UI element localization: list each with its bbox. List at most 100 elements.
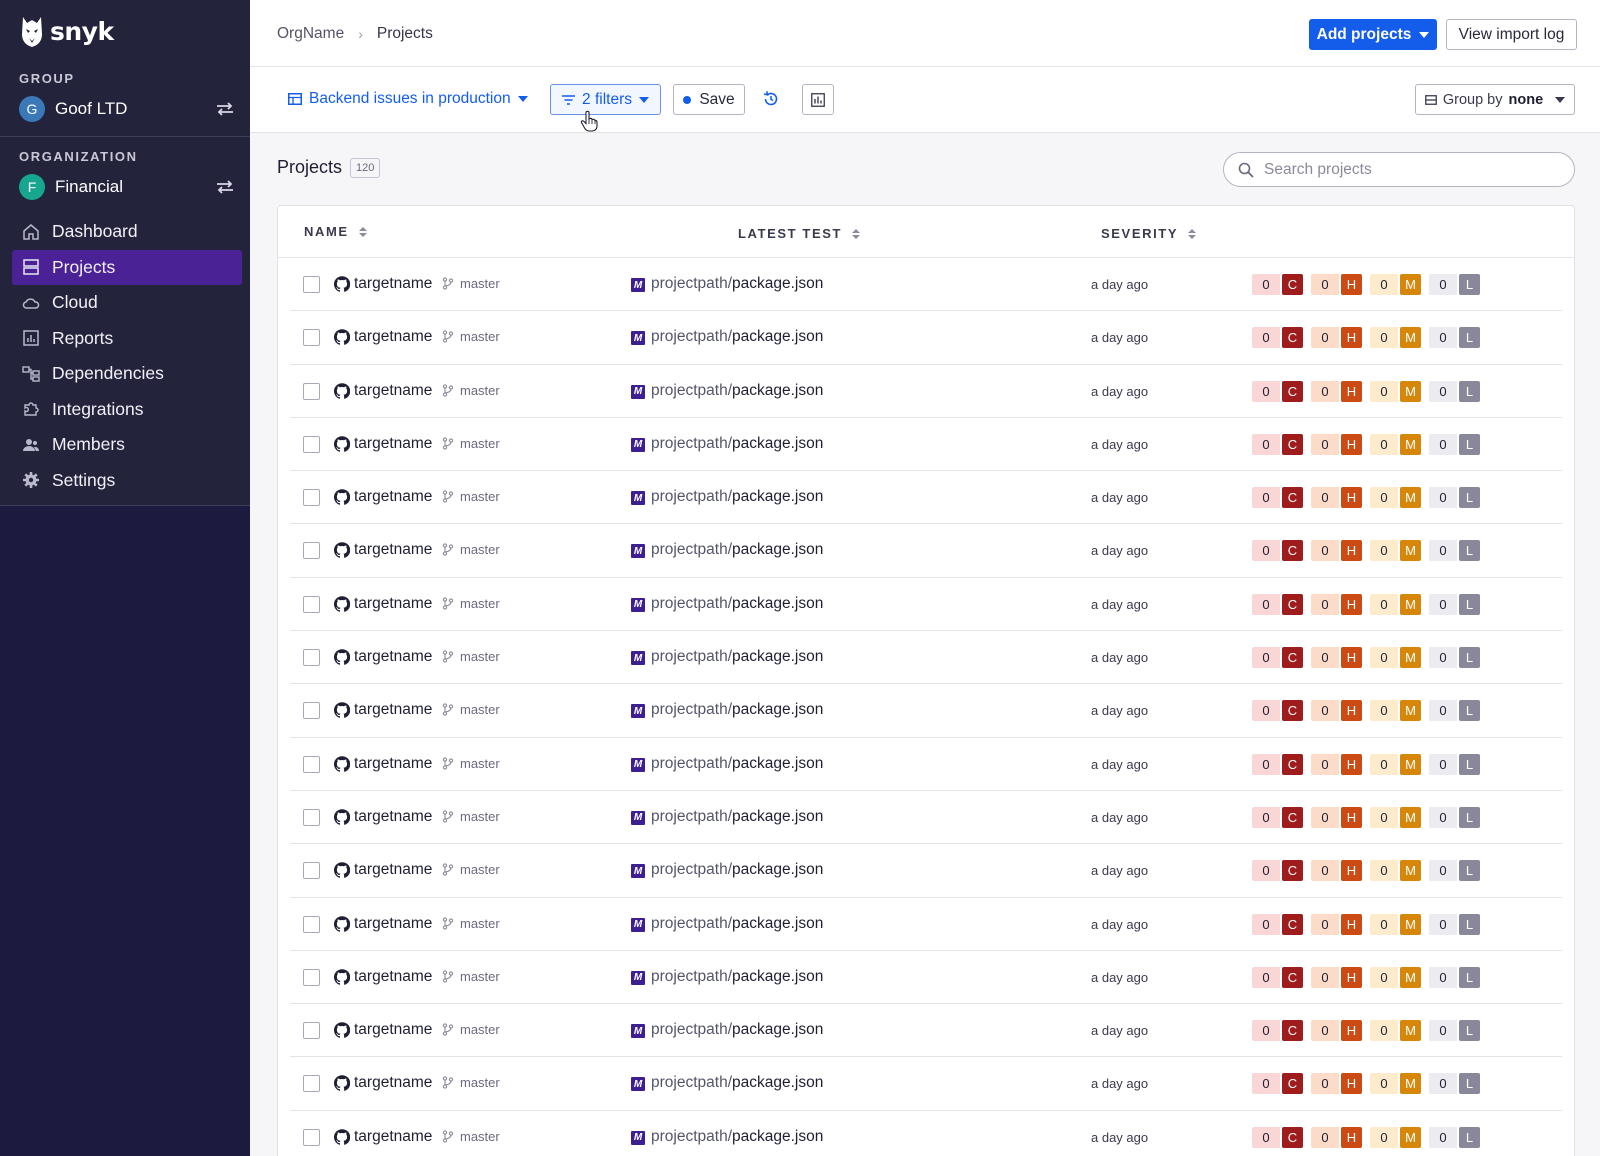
row-checkbox[interactable] [303, 1128, 320, 1146]
sidebar-item-cloud[interactable]: Cloud [12, 285, 242, 321]
row-checkbox[interactable] [303, 435, 320, 453]
target-name[interactable]: targetname [354, 1021, 432, 1039]
table-row[interactable]: targetname master Mprojectpath/package.jso… [290, 951, 1562, 1005]
target-name[interactable]: targetname [354, 382, 432, 400]
project-path-link[interactable]: projectpath/package.json [651, 541, 823, 559]
target-name[interactable]: targetname [354, 595, 432, 613]
target-name[interactable]: targetname [354, 701, 432, 719]
snyk-logo[interactable]: snyk [20, 14, 114, 48]
project-path-link[interactable]: projectpath/package.json [651, 968, 823, 986]
add-projects-button[interactable]: Add projects [1309, 19, 1437, 50]
org-switcher[interactable]: F Financial [19, 173, 235, 201]
project-path-link[interactable]: projectpath/package.json [651, 861, 823, 879]
project-path-link[interactable]: projectpath/package.json [651, 1074, 823, 1092]
group-switcher[interactable]: G Goof LTD [19, 95, 235, 123]
row-checkbox[interactable] [303, 862, 320, 880]
table-row[interactable]: targetname master Mprojectpath/package.jso… [290, 1057, 1562, 1111]
reset-history-icon[interactable] [761, 89, 781, 109]
sidebar-item-integrations[interactable]: Integrations [12, 392, 242, 428]
target-name[interactable]: targetname [354, 915, 432, 933]
table-row[interactable]: targetname master Mprojectpath/package.jso… [290, 1004, 1562, 1058]
saved-view-select[interactable]: Backend issues in production [288, 90, 528, 108]
table-row[interactable]: targetname master Mprojectpath/package.jso… [290, 898, 1562, 951]
target-name[interactable]: targetname [354, 648, 432, 666]
row-checkbox[interactable] [303, 808, 320, 826]
project-path-link[interactable]: projectpath/package.json [651, 648, 823, 666]
row-checkbox[interactable] [303, 1022, 320, 1040]
project-path-link[interactable]: projectpath/package.json [651, 488, 823, 506]
project-path-link[interactable]: projectpath/package.json [651, 595, 823, 613]
table-row[interactable]: targetname master Mprojectpath/package.jso… [290, 258, 1562, 312]
target-name[interactable]: targetname [354, 808, 432, 826]
target-name[interactable]: targetname [354, 435, 432, 453]
target-name[interactable]: targetname [354, 275, 432, 293]
target-name[interactable]: targetname [354, 861, 432, 879]
swap-icon[interactable] [215, 101, 235, 117]
row-checkbox[interactable] [303, 755, 320, 773]
sidebar-item-projects[interactable]: Projects [12, 249, 242, 285]
severity-count: 0 [1311, 327, 1339, 349]
chart-toggle-button[interactable] [802, 84, 834, 115]
table-row[interactable]: targetname master Mprojectpath/package.jso… [290, 791, 1562, 845]
project-path-link[interactable]: projectpath/package.json [651, 755, 823, 773]
project-path-link[interactable]: projectpath/package.json [651, 275, 823, 293]
table-row[interactable]: targetname master Mprojectpath/package.jso… [290, 684, 1562, 738]
target-name[interactable]: targetname [354, 1074, 432, 1092]
column-header-name[interactable]: NAME [304, 224, 367, 239]
target-name[interactable]: targetname [354, 328, 432, 346]
breadcrumb-org[interactable]: OrgName [277, 25, 344, 43]
table-row[interactable]: targetname master Mprojectpath/package.jso… [290, 631, 1562, 685]
table-row[interactable]: targetname master Mprojectpath/package.jso… [290, 1111, 1562, 1156]
row-checkbox[interactable] [303, 1075, 320, 1093]
table-row[interactable]: targetname master Mprojectpath/package.jso… [290, 471, 1562, 525]
severity-m-badge: 0M [1370, 593, 1421, 615]
row-checkbox[interactable] [303, 382, 320, 400]
target-name[interactable]: targetname [354, 1128, 432, 1146]
project-path-link[interactable]: projectpath/package.json [651, 701, 823, 719]
maven-icon: M [631, 1077, 645, 1092]
row-checkbox[interactable] [303, 915, 320, 933]
table-row[interactable]: targetname master Mprojectpath/package.jso… [290, 418, 1562, 472]
row-checkbox[interactable] [303, 649, 320, 667]
sidebar-item-dependencies[interactable]: Dependencies [12, 356, 242, 392]
project-path-link[interactable]: projectpath/package.json [651, 435, 823, 453]
sidebar-item-settings[interactable]: Settings [12, 463, 242, 499]
sidebar-item-dashboard[interactable]: Dashboard [12, 214, 242, 250]
sidebar-item-members[interactable]: Members [12, 427, 242, 463]
target-name[interactable]: targetname [354, 968, 432, 986]
project-path-link[interactable]: projectpath/package.json [651, 328, 823, 346]
severity-l-badge: 0L [1429, 860, 1480, 882]
row-checkbox[interactable] [303, 489, 320, 507]
project-path-link[interactable]: projectpath/package.json [651, 1128, 823, 1146]
row-checkbox[interactable] [303, 329, 320, 347]
project-path-link[interactable]: projectpath/package.json [651, 915, 823, 933]
table-row[interactable]: targetname master Mprojectpath/package.jso… [290, 365, 1562, 418]
project-path-link[interactable]: projectpath/package.json [651, 382, 823, 400]
row-checkbox[interactable] [303, 968, 320, 986]
row-checkbox[interactable] [303, 595, 320, 613]
severity-count: 0 [1252, 593, 1280, 615]
table-row[interactable]: targetname master Mprojectpath/package.jso… [290, 311, 1562, 365]
save-view-button[interactable]: Save [673, 84, 745, 115]
column-header-severity[interactable]: SEVERITY [1101, 226, 1197, 241]
row-checkbox[interactable] [303, 702, 320, 720]
swap-icon[interactable] [215, 179, 235, 195]
project-path-link[interactable]: projectpath/package.json [651, 808, 823, 826]
column-header-latest-test[interactable]: LATEST TEST [738, 226, 861, 241]
table-row[interactable]: targetname master Mprojectpath/package.jso… [290, 844, 1562, 898]
row-checkbox[interactable] [303, 542, 320, 560]
search-box[interactable] [1223, 152, 1575, 187]
filters-button[interactable]: 2 filters [550, 84, 661, 115]
table-row[interactable]: targetname master Mprojectpath/package.jso… [290, 738, 1562, 791]
target-name[interactable]: targetname [354, 488, 432, 506]
view-import-log-button[interactable]: View import log [1446, 19, 1577, 50]
sidebar-item-reports[interactable]: Reports [12, 321, 242, 357]
target-name[interactable]: targetname [354, 541, 432, 559]
row-checkbox[interactable] [303, 276, 320, 293]
target-name[interactable]: targetname [354, 755, 432, 773]
project-path-link[interactable]: projectpath/package.json [651, 1021, 823, 1039]
table-row[interactable]: targetname master Mprojectpath/package.jso… [290, 578, 1562, 632]
search-input[interactable] [1264, 160, 1544, 179]
group-by-select[interactable]: Group by none [1415, 84, 1575, 115]
table-row[interactable]: targetname master Mprojectpath/package.jso… [290, 524, 1562, 578]
